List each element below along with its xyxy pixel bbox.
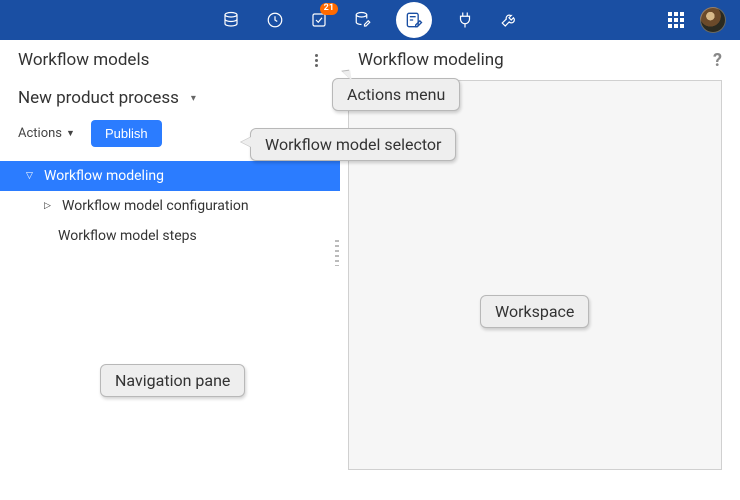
page-title-left: Workflow models (18, 50, 149, 70)
header-right: Workflow modeling ? (340, 40, 740, 80)
topbar-center-icons: 21 (220, 2, 520, 38)
plug-icon[interactable] (454, 9, 476, 31)
nav-tree: Workflow modeling Workflow model configu… (0, 161, 340, 251)
action-row: Actions ▼ Publish (0, 110, 340, 161)
actions-label: Actions (18, 126, 62, 141)
clock-icon[interactable] (264, 9, 286, 31)
chevron-down-icon: ▾ (191, 93, 196, 104)
workspace-surface[interactable] (348, 80, 722, 470)
tree-item-workflow-modeling[interactable]: Workflow modeling (0, 161, 340, 191)
header-row: Workflow models Workflow modeling ? (0, 40, 740, 80)
tree-label: Workflow modeling (44, 168, 164, 184)
navigation-pane: New product process ▾ Actions ▼ Publish … (0, 80, 340, 500)
avatar[interactable] (700, 7, 726, 33)
tree-item-model-configuration[interactable]: Workflow model configuration (0, 191, 340, 221)
help-icon[interactable]: ? (713, 50, 722, 71)
workspace-panel (340, 80, 740, 500)
page-title-right: Workflow modeling (358, 50, 504, 70)
publish-button[interactable]: Publish (91, 120, 162, 147)
pane-resize-handle[interactable] (335, 240, 339, 266)
actions-dropdown[interactable]: Actions ▼ (18, 126, 75, 141)
header-left: Workflow models (0, 40, 340, 80)
body: New product process ▾ Actions ▼ Publish … (0, 80, 740, 500)
actions-menu-button[interactable] (311, 50, 322, 71)
checklist-icon[interactable]: 21 (308, 9, 330, 31)
database-icon[interactable] (220, 9, 242, 31)
workflow-model-selector[interactable]: New product process ▾ (0, 80, 340, 110)
tree-label: Workflow model steps (58, 228, 197, 244)
form-edit-icon[interactable] (396, 2, 432, 38)
apps-grid-icon[interactable] (668, 12, 684, 28)
topbar: 21 (0, 0, 740, 40)
chevron-down-icon: ▼ (66, 128, 75, 139)
notification-badge: 21 (320, 3, 338, 15)
db-edit-icon[interactable] (352, 9, 374, 31)
triangle-closed-icon (44, 201, 54, 211)
tree-item-model-steps[interactable]: Workflow model steps (0, 221, 340, 251)
model-name: New product process (18, 88, 179, 108)
triangle-open-icon (26, 171, 36, 181)
wrench-icon[interactable] (498, 9, 520, 31)
topbar-right (668, 0, 726, 40)
tree-label: Workflow model configuration (62, 198, 249, 214)
